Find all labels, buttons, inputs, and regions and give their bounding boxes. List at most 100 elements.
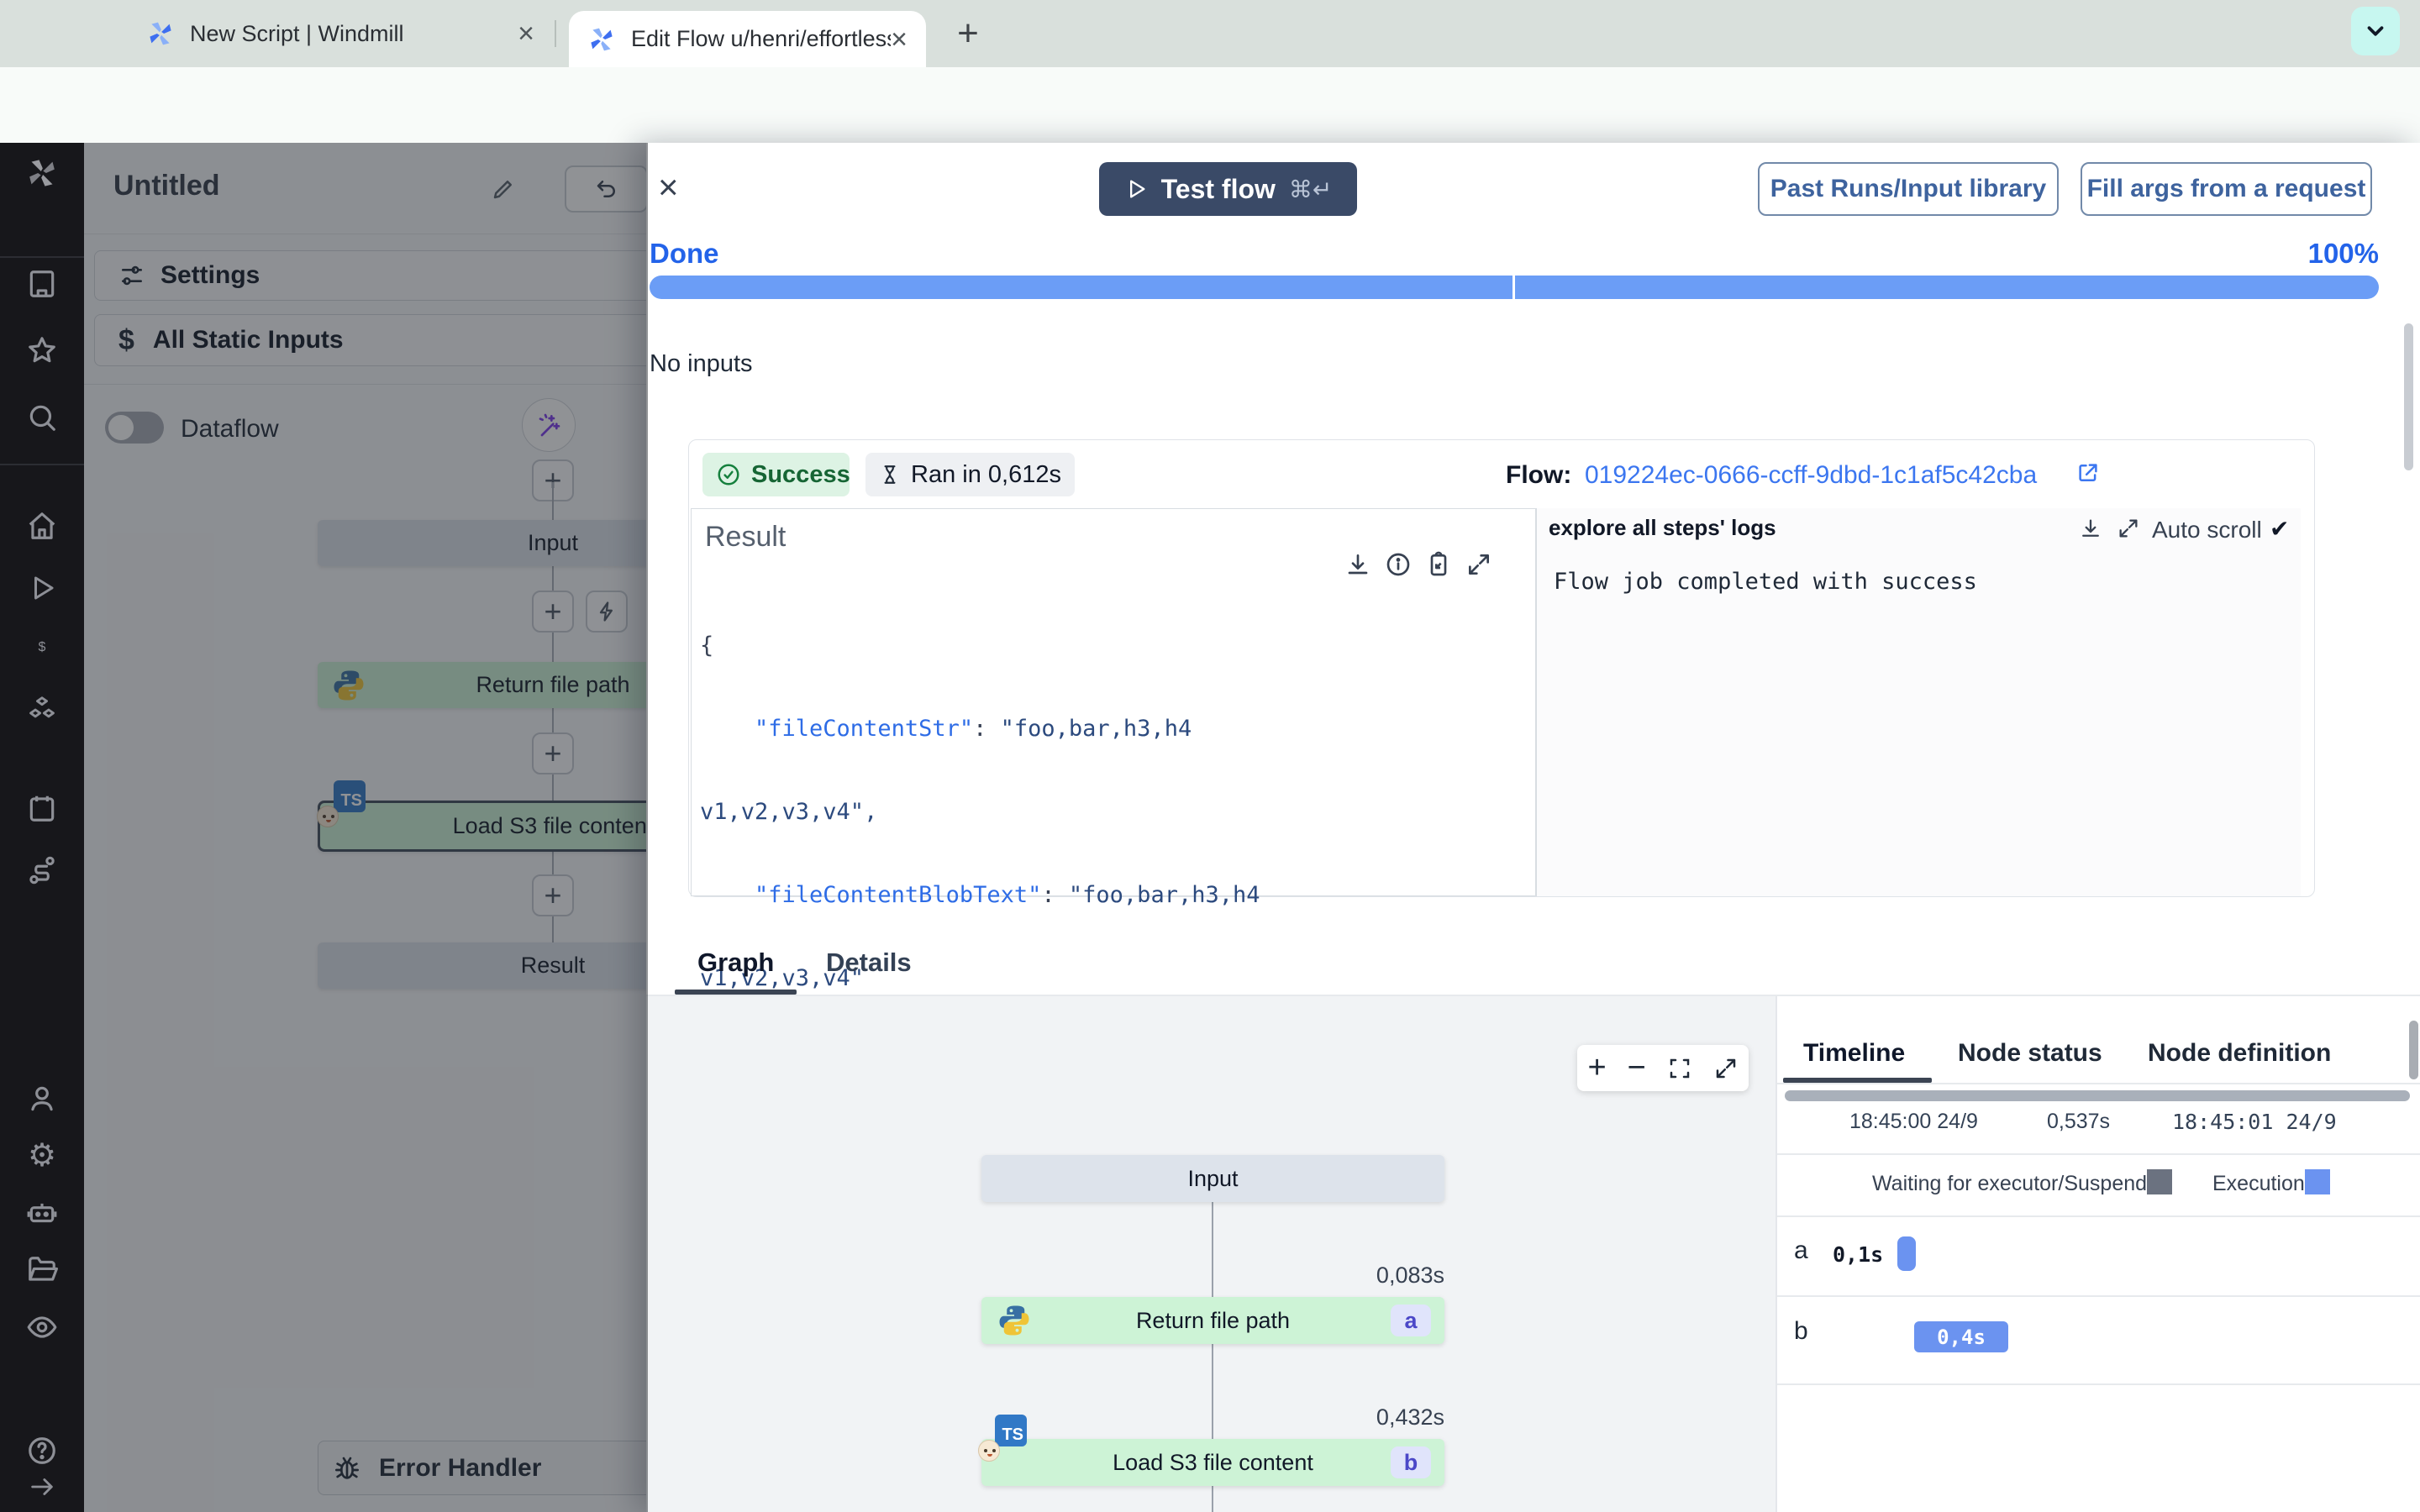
download-icon[interactable] [1344,551,1371,578]
copy-clipboard-icon[interactable] [1425,551,1452,578]
result-json-panel: Result { "fileContentStr": "foo,bar,h3,h… [691,508,1536,1074]
panel-divider [1777,1295,2420,1297]
progress-step-tick [1512,276,1515,299]
flow-graph-canvas[interactable]: + − Input 0,083s Return file path a 0,43… [646,996,1776,1512]
legend-waiting-label: Waiting for executor/Suspend [1872,1172,2148,1195]
windmill-favicon-icon [146,19,175,48]
info-icon[interactable] [1385,551,1412,578]
browser-tabstrip: New Script | Windmill × Edit Flow u/henr… [0,0,2420,67]
legend-execution-swatch [2305,1169,2330,1194]
download-icon[interactable] [2079,517,2102,540]
execution-bar-a[interactable] [1897,1236,1916,1271]
graph-zoom-controls: + − [1577,1045,1749,1091]
graph-node-step-b[interactable]: TS Load S3 file content b [978,1415,1444,1486]
tab-title: New Script | Windmill [190,20,404,46]
resources-cubes-icon[interactable] [25,693,59,727]
test-flow-button[interactable]: Test flow ⌘↵ [1099,162,1357,216]
panel-divider [1777,1153,2420,1155]
windmill-favicon-icon [587,25,616,54]
duration-badge: Ran in 0,612s [865,453,1075,496]
tab-timeline[interactable]: Timeline [1803,1039,1905,1068]
fill-args-button[interactable]: Fill args from a request [2081,162,2372,216]
zoom-out-icon[interactable]: − [1628,1050,1646,1086]
tab-node-status[interactable]: Node status [1958,1039,2102,1068]
workspace-building-icon[interactable] [25,267,59,301]
log-line: Flow job completed with success [1554,569,1977,595]
shortcut-hint: ⌘↵ [1288,176,1333,202]
auto-scroll-label[interactable]: Auto scroll [2152,517,2262,543]
runs-play-icon[interactable] [25,571,59,605]
panel-divider [1777,1083,2420,1084]
fit-view-icon[interactable] [1667,1056,1692,1081]
execution-bar-b[interactable]: 0,4s [1914,1321,2008,1352]
node-inspector-panel: Timeline Node status Node definition 18:… [1776,996,2420,1512]
status-badge-success: Success [702,453,850,496]
modal-dim-overlay [84,143,648,1512]
browser-tab-active[interactable]: Edit Flow u/henri/effortless_fl × [569,11,926,67]
routes-icon[interactable] [25,853,59,887]
home-icon[interactable] [25,509,59,543]
checkmark-icon[interactable]: ✔ [2270,515,2289,543]
help-icon[interactable] [25,1434,59,1467]
tab-divider [555,20,556,47]
graph-connector-line [1212,1344,1213,1439]
run-result-card: Success Ran in 0,612s Flow: 019224ec-066… [688,439,2315,1074]
timeline-range-bar[interactable] [1785,1090,2410,1101]
logs-panel: explore all steps' logs Auto scroll ✔ Fl… [1536,508,2301,896]
scrollbar-thumb[interactable] [2404,323,2413,470]
zoom-in-icon[interactable]: + [1587,1050,1606,1086]
flow-editor-panel: Untitled Settings $ All Static Inputs Da… [84,143,648,1512]
progress-bar [650,276,2379,299]
timeline-row-duration: 0,1s [1833,1242,1884,1267]
timeline-total-duration: 0,537s [2047,1110,2111,1133]
graph-node-step-a[interactable]: Return file path a [981,1297,1444,1344]
gear-icon[interactable]: ⚙ [25,1139,59,1173]
external-link-icon[interactable] [2075,460,2101,486]
tab-graph[interactable]: Graph [697,948,774,978]
expand-arrow-right-icon[interactable] [25,1470,59,1504]
new-tab-button[interactable]: + [950,13,986,54]
timeline-start-time: 18:45:00 24/9 [1849,1110,1978,1133]
browser-toolbar: app.windmill.dev/flows/edit/u/henri/effo… [0,67,2420,199]
schedules-calendar-icon[interactable] [25,791,59,825]
variables-dollar-icon[interactable]: $ [25,631,59,664]
run-progress-percent: 100% [2307,238,2379,269]
graph-connector-line [1212,1202,1213,1298]
python-icon [997,1303,1032,1338]
step-duration: 0,083s [1376,1263,1444,1288]
past-runs-button[interactable]: Past Runs/Input library [1758,162,2059,216]
logs-title: explore all steps' logs [1549,515,1776,540]
browser-tab-inactive[interactable]: New Script | Windmill × [126,0,555,67]
tab-node-definition[interactable]: Node definition [2148,1039,2331,1068]
search-icon[interactable] [25,401,59,434]
legend-execution-label: Execution [2212,1172,2305,1195]
step-id-badge: b [1391,1446,1431,1478]
timeline-end-time: 18:45:01 24/9 [2172,1110,2337,1134]
tab-search-button[interactable] [2351,7,2400,55]
flow-id-label: Flow: [1506,461,1572,489]
chevron-down-icon [2363,18,2388,44]
step-duration: 0,432s [1376,1404,1444,1430]
user-icon[interactable] [25,1082,59,1116]
audit-eye-icon[interactable] [25,1310,59,1344]
app-root: New Script | Windmill × Edit Flow u/henr… [0,0,2420,1512]
tab-close-icon[interactable]: × [891,25,908,54]
legend-waiting-swatch [2147,1169,2172,1194]
play-icon [1124,177,1148,201]
close-drawer-icon[interactable]: × [658,170,679,205]
favorites-star-icon[interactable] [25,333,59,367]
panel-divider [1777,1215,2420,1217]
graph-node-input[interactable]: Input [981,1155,1444,1202]
tab-close-icon[interactable]: × [518,19,534,48]
scrollbar-thumb[interactable] [2409,1021,2418,1079]
tab-details[interactable]: Details [826,948,912,978]
flow-id-link[interactable]: 019224ec-0666-ccff-9dbd-1c1af5c42cba [1585,461,2037,490]
folders-icon[interactable] [25,1253,59,1287]
expand-icon[interactable] [2117,517,2140,540]
timeline-row-id: b [1794,1317,1808,1345]
expand-graph-icon[interactable] [1713,1056,1739,1081]
panel-divider [1777,1383,2420,1385]
windmill-logo-icon[interactable] [25,156,59,190]
expand-icon[interactable] [1465,551,1492,578]
workers-robot-icon[interactable] [25,1196,59,1230]
